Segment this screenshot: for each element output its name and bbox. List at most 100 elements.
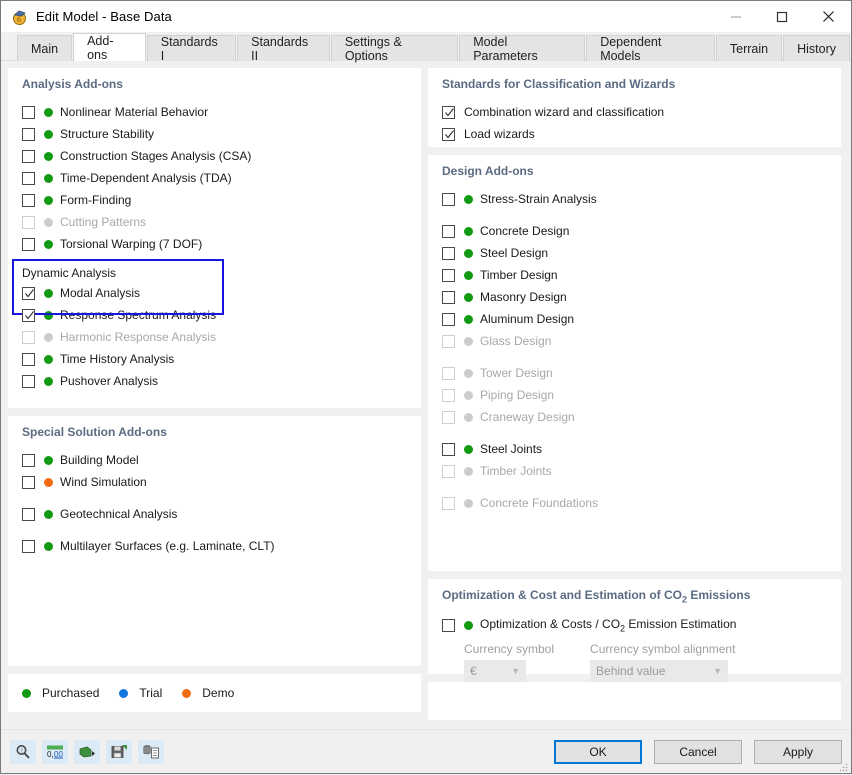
option-nonlinear-material-behavior[interactable]: Nonlinear Material Behavior [22,101,407,123]
status-dot-green [44,173,53,183]
tab-add-ons[interactable]: Add-ons [73,33,146,62]
option-time-history-analysis[interactable]: Time History Analysis [22,348,407,370]
option-construction-stages-analysis[interactable]: Construction Stages Analysis (CSA) [22,145,407,167]
option-label: Wind Simulation [60,475,147,489]
status-dot-orange [44,477,53,487]
option-load-wizards[interactable]: Load wizards [442,123,827,145]
maximize-button[interactable] [759,1,805,32]
panel-title-standards-classification-wizards: Standards for Classification and Wizards [442,77,676,91]
checkbox-torsional-warping[interactable] [22,237,35,251]
checkbox-load-wizards[interactable] [442,127,455,141]
tab-model-parameters[interactable]: Model Parameters [459,35,586,63]
option-masonry-design[interactable]: Masonry Design [442,286,827,308]
resize-grip-icon[interactable] [838,761,848,772]
chevron-down-icon: ▼ [713,666,723,677]
option-harmonic-response-analysis: Harmonic Response Analysis [22,326,407,348]
checkbox-time-history-analysis[interactable] [22,352,35,366]
tab-dependent-models[interactable]: Dependent Models [586,35,715,63]
minimize-button[interactable] [713,1,759,32]
currency-settings-row: Currency symbol € ▼ Currency symbol alig… [442,642,827,683]
tab-standards-ii[interactable]: Standards II [237,35,330,63]
tab-history[interactable]: History [783,35,851,61]
checkbox-construction-stages-analysis[interactable] [22,149,35,163]
checkbox-multilayer-surfaces[interactable] [22,539,35,553]
checkbox-steel-joints[interactable] [442,442,455,456]
option-multilayer-surfaces[interactable]: Multilayer Surfaces (e.g. Laminate, CLT) [22,535,407,557]
checkbox-concrete-foundations [442,496,455,510]
status-dot-green [44,509,53,519]
tab-main[interactable]: Main [17,35,73,61]
legend-label: Demo [202,686,235,700]
option-label: Geotechnical Analysis [60,507,178,521]
checkbox-concrete-design[interactable] [442,224,455,238]
option-torsional-warping[interactable]: Torsional Warping (7 DOF) [22,233,407,255]
option-steel-design[interactable]: Steel Design [442,242,827,264]
checkbox-building-model[interactable] [22,453,35,467]
tab-terrain[interactable]: Terrain [715,35,783,61]
tab-settings-and-options[interactable]: Settings & Options [330,35,459,63]
option-response-spectrum-analysis[interactable]: Response Spectrum Analysis [22,304,407,326]
checkbox-form-finding[interactable] [22,193,35,207]
checkbox-masonry-design[interactable] [442,290,455,304]
checkbox-aluminum-design[interactable] [442,312,455,326]
checkbox-piping-design [442,388,455,402]
checkbox-response-spectrum-analysis[interactable] [22,308,35,322]
checkbox-geotechnical-analysis[interactable] [22,507,35,521]
option-building-model[interactable]: Building Model [22,449,407,471]
checkbox-modal-analysis[interactable] [22,286,35,300]
dropdown-currency-symbol[interactable]: € ▼ [464,660,526,683]
close-button[interactable] [805,1,851,32]
number-format-icon[interactable]: 0, 00 [42,739,68,764]
checkbox-stress-strain-analysis[interactable] [442,192,455,206]
cancel-button[interactable]: Cancel [654,739,742,764]
status-dot-green [464,194,473,204]
option-stress-strain-analysis[interactable]: Stress-Strain Analysis [442,188,827,210]
legend-label: Trial [139,686,163,700]
status-dot-grey [464,466,473,476]
dialog-footer: ? 0, 00 OK Cancel Apply [1,729,851,773]
panel-special-solution-addons: Special Solution Add-ons Building Model … [8,416,421,666]
option-optimization-costs-co2-emission-estimation[interactable]: Optimization & Costs / CO2 Emission Esti… [442,614,827,636]
checkbox-glass-design [442,334,455,348]
status-dot-green [22,688,31,698]
checkbox-combination-wizard-and-classification[interactable] [442,105,455,119]
option-concrete-design[interactable]: Concrete Design [442,220,827,242]
option-pushover-analysis[interactable]: Pushover Analysis [22,370,407,392]
checkbox-nonlinear-material-behavior[interactable] [22,105,35,119]
dropdown-currency-symbol-alignment[interactable]: Behind value ▼ [590,660,729,683]
option-steel-joints[interactable]: Steel Joints [442,438,827,460]
tab-standards-i[interactable]: Standards I [146,35,237,63]
apply-button[interactable]: Apply [754,739,842,764]
copy-from-model-icon[interactable] [138,739,164,764]
legend-item-trial: Trial [119,686,162,700]
option-geotechnical-analysis[interactable]: Geotechnical Analysis [22,503,407,525]
option-label: Torsional Warping (7 DOF) [60,237,203,251]
checkbox-optimization-costs-co2-emission-estimation[interactable] [442,618,455,632]
option-aluminum-design[interactable]: Aluminum Design [442,308,827,330]
legend-label: Purchased [42,686,100,700]
export-icon[interactable] [74,739,100,764]
save-icon[interactable] [106,739,132,764]
checkbox-structure-stability[interactable] [22,127,35,141]
option-combination-wizard-and-classification[interactable]: Combination wizard and classification [442,101,827,123]
search-magnifier-icon[interactable]: ? [10,739,36,764]
dropdown-currency-symbol-value: € [470,664,477,679]
legend-item-demo: Demo [182,686,234,700]
option-form-finding[interactable]: Form-Finding [22,189,407,211]
option-modal-analysis[interactable]: Modal Analysis [22,282,407,304]
panel-optimization-cost-co2: Optimization & Cost and Estimation of CO… [428,579,841,683]
option-label: Multilayer Surfaces (e.g. Laminate, CLT) [60,539,275,553]
option-structure-stability[interactable]: Structure Stability [22,123,407,145]
checkbox-timber-design[interactable] [442,268,455,282]
checkbox-steel-design[interactable] [442,246,455,260]
checkbox-time-dependent-analysis[interactable] [22,171,35,185]
option-timber-design[interactable]: Timber Design [442,264,827,286]
ok-button[interactable]: OK [554,739,642,764]
checkbox-wind-simulation[interactable] [22,475,35,489]
checkbox-pushover-analysis[interactable] [22,374,35,388]
app-model-icon: 6 [10,8,28,26]
footer-toolbar: ? 0, 00 [10,739,164,764]
option-wind-simulation[interactable]: Wind Simulation [22,471,407,493]
panel-title-text-part1: Optimization & Cost and Estimation of CO [442,588,682,602]
option-time-dependent-analysis[interactable]: Time-Dependent Analysis (TDA) [22,167,407,189]
